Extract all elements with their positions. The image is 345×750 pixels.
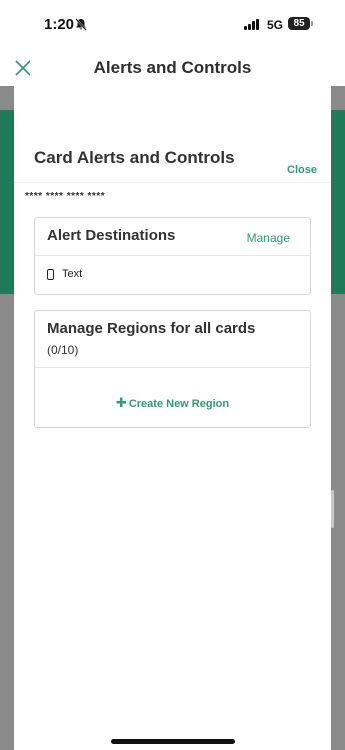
alert-destinations-header: Alert Destinations Manage xyxy=(35,218,310,256)
bell-off-icon xyxy=(75,18,87,31)
status-bar: 1:20 5G 85 xyxy=(0,0,345,50)
status-time: 1:20 xyxy=(44,16,75,33)
background-scroll-handle xyxy=(331,490,334,528)
regions-count: (0/10) xyxy=(47,343,79,357)
background-banner-left xyxy=(0,110,14,294)
network-type: 5G xyxy=(267,18,284,32)
signal-icon xyxy=(244,19,262,30)
create-new-region-button[interactable]: ✚ Create New Region xyxy=(35,395,310,411)
masked-card-number: **** **** **** **** xyxy=(25,191,106,202)
manage-regions-panel: Manage Regions for all cards (0/10) ✚ Cre… xyxy=(34,310,311,428)
card-alerts-modal: Card Alerts and Controls Close **** ****… xyxy=(14,86,331,750)
home-indicator xyxy=(111,739,235,744)
nav-header: Alerts and Controls xyxy=(0,50,345,86)
manage-regions-title: Manage Regions for all cards xyxy=(47,320,256,337)
background-banner-right xyxy=(331,110,345,294)
manage-button[interactable]: Manage xyxy=(247,231,290,245)
manage-regions-header: Manage Regions for all cards (0/10) xyxy=(35,311,310,368)
modal-title: Card Alerts and Controls xyxy=(34,148,235,167)
page-title: Alerts and Controls xyxy=(93,58,252,77)
phone-icon xyxy=(47,269,54,280)
modal-close-button[interactable]: Close xyxy=(287,164,317,176)
battery-tip xyxy=(311,21,313,26)
plus-icon: ✚ xyxy=(115,395,127,410)
destination-label: Text xyxy=(62,268,83,280)
battery-icon: 85 xyxy=(288,17,310,30)
alert-destinations-panel: Alert Destinations Manage Text xyxy=(34,217,311,295)
create-region-label: Create New Region xyxy=(128,398,230,410)
close-icon[interactable] xyxy=(14,59,32,77)
alert-destinations-title: Alert Destinations xyxy=(47,227,176,244)
divider xyxy=(14,182,331,183)
